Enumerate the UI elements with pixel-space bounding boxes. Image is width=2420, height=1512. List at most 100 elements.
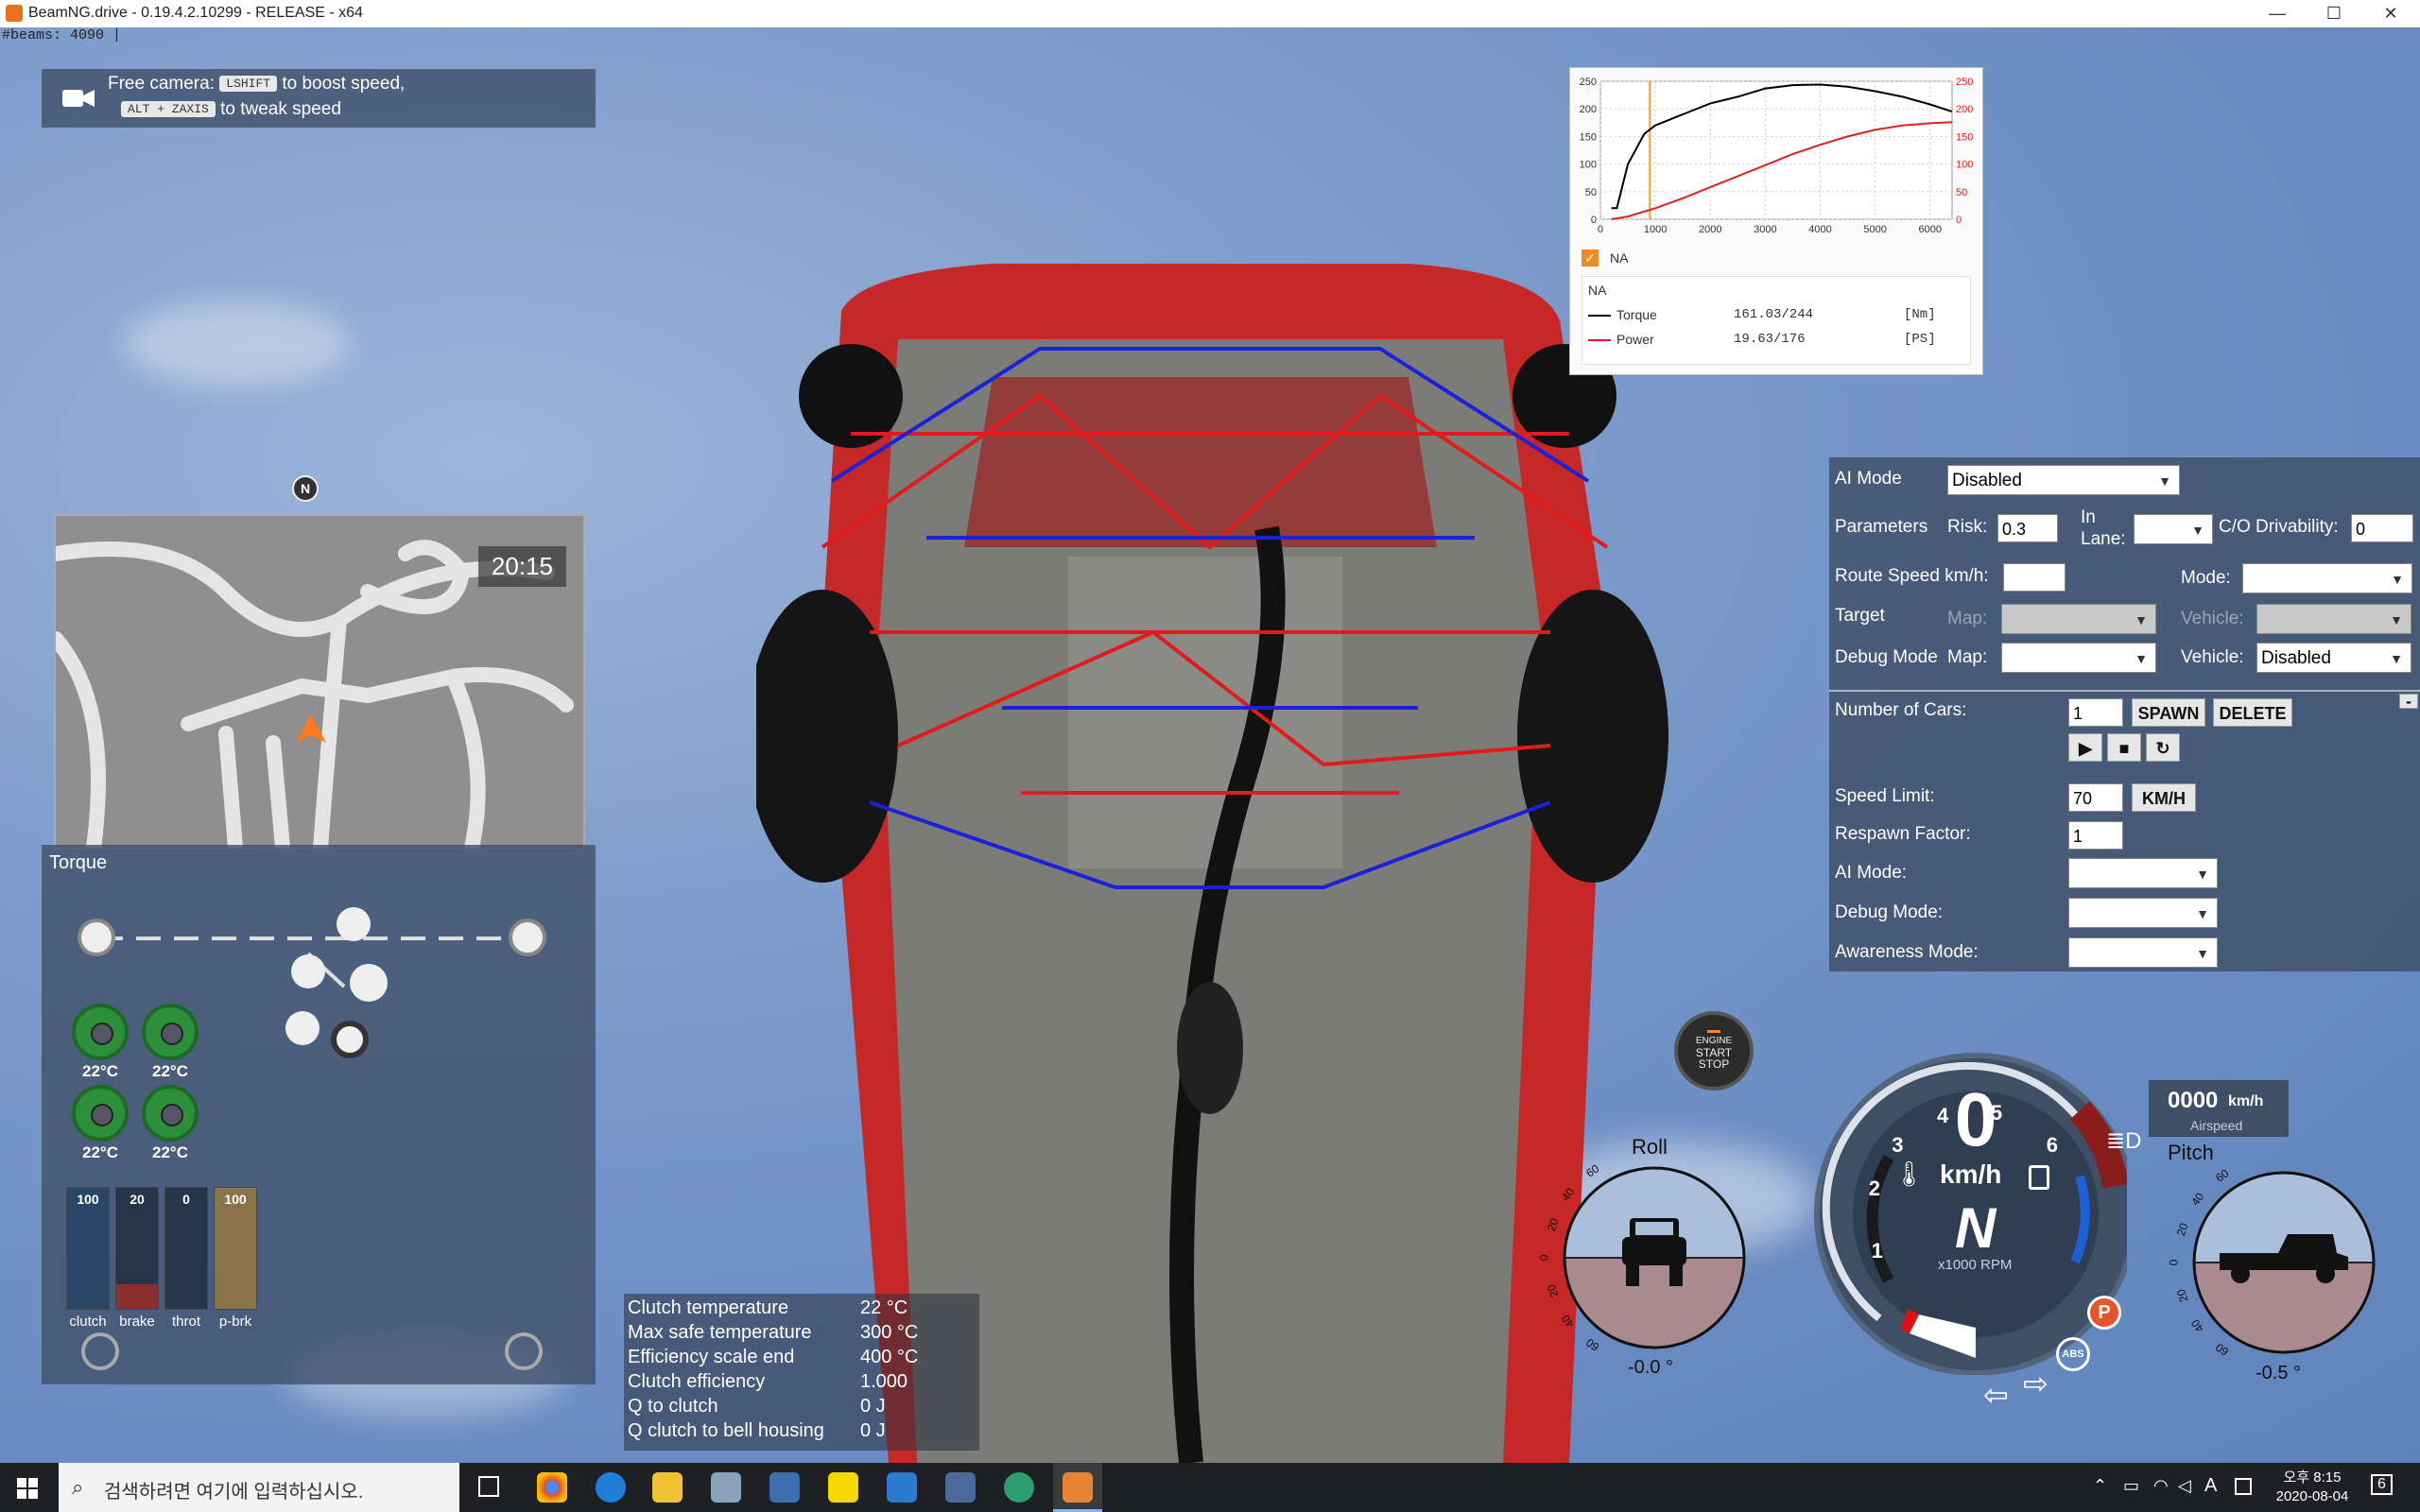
chevron-down-icon: ▼ bbox=[2135, 612, 2148, 627]
y-tick-label-right: 0 bbox=[1956, 215, 1962, 226]
na-checkbox[interactable]: ✓ bbox=[1582, 249, 1599, 266]
rpm-tick-label: 6 bbox=[2046, 1133, 2058, 1158]
chrome-icon[interactable] bbox=[537, 1472, 567, 1503]
target-vehicle-label: Vehicle: bbox=[2181, 609, 2244, 628]
wifi-icon[interactable]: ◠ bbox=[2153, 1476, 2169, 1496]
minimap[interactable]: 20:15 bbox=[54, 514, 585, 850]
clutch-info-label: Max safe temperature bbox=[628, 1322, 812, 1343]
collapse-button[interactable]: - bbox=[2399, 693, 2418, 710]
ai-mode-select[interactable]: Disabled ▼ bbox=[1947, 465, 2180, 495]
co-drivability-input[interactable]: 0 bbox=[2351, 514, 2413, 542]
front-left-wheel-icon bbox=[78, 919, 115, 956]
vscode-icon[interactable] bbox=[887, 1472, 917, 1503]
y-tick-label-left: 50 bbox=[1585, 187, 1597, 198]
legend-unit: [Nm] bbox=[1904, 307, 1936, 322]
awareness-mode-select[interactable]: ▼ bbox=[2068, 937, 2218, 968]
taskbar-search[interactable]: ⌕ 검색하려면 여기에 입력하십시오. bbox=[59, 1463, 459, 1512]
pedal-value: 100 bbox=[224, 1192, 247, 1207]
y-tick-label-left: 200 bbox=[1580, 104, 1597, 115]
rear-left-wheel-icon bbox=[81, 1332, 119, 1370]
spawn-button[interactable]: SPAWN bbox=[2132, 698, 2205, 727]
chevron-down-icon: ▼ bbox=[2196, 906, 2209, 921]
respawn-factor-input[interactable]: 1 bbox=[2068, 821, 2123, 850]
route-speed-input[interactable] bbox=[2003, 563, 2066, 592]
edge-icon[interactable] bbox=[596, 1472, 626, 1503]
kakaotalk-icon[interactable] bbox=[828, 1472, 858, 1503]
minimize-button[interactable]: — bbox=[2250, 0, 2305, 27]
search-placeholder: 검색하려면 여기에 입력하십시오. bbox=[104, 1482, 364, 1503]
headlight-icon: ≣D bbox=[2106, 1128, 2142, 1154]
game-viewport[interactable]: #beams: 4090 | Free camera: LSHIFT to bo… bbox=[0, 27, 2420, 1463]
calendar-icon[interactable] bbox=[2235, 1478, 2252, 1495]
task-view-icon[interactable] bbox=[478, 1476, 499, 1497]
mode-label: Mode: bbox=[2181, 568, 2231, 588]
ime-indicator[interactable]: A bbox=[2204, 1475, 2217, 1497]
speed-value: 0 bbox=[1954, 1077, 1997, 1161]
brake-rear-left-icon bbox=[72, 1085, 129, 1142]
debug-map-label: Map: bbox=[1947, 647, 1988, 667]
brake-rear-right-icon bbox=[142, 1085, 199, 1142]
battery-icon[interactable]: ▭ bbox=[2123, 1476, 2139, 1496]
front-right-wheel-icon bbox=[509, 919, 546, 956]
app-icon[interactable] bbox=[945, 1472, 976, 1503]
pitch-tick-label: 0 bbox=[2167, 1259, 2181, 1266]
taskbar-time[interactable]: 오후 8:15 bbox=[2274, 1467, 2350, 1486]
y-tick-label-right: 250 bbox=[1956, 77, 1973, 88]
beamng-logo-icon bbox=[6, 5, 23, 22]
plot-area bbox=[1599, 80, 1953, 220]
taskbar-date[interactable]: 2020-08-04 bbox=[2274, 1488, 2350, 1504]
pedal-label: p-brk bbox=[218, 1314, 252, 1330]
close-button[interactable]: ✕ bbox=[2363, 0, 2418, 27]
stop-button[interactable]: ■ bbox=[2107, 733, 2141, 762]
video-camera-icon bbox=[62, 90, 95, 107]
app-icon[interactable] bbox=[769, 1472, 800, 1503]
reset-button[interactable]: ↻ bbox=[2146, 733, 2180, 762]
pitch-gauge bbox=[2192, 1171, 2376, 1354]
in-lane-select[interactable]: ▼ bbox=[2134, 514, 2213, 544]
speed-unit-button[interactable]: KM/H bbox=[2132, 783, 2196, 812]
route-mode-select[interactable]: ▼ bbox=[2242, 563, 2412, 593]
pitch-title: Pitch bbox=[2168, 1141, 2214, 1164]
target-map-label: Map: bbox=[1947, 609, 1988, 628]
target-map-select[interactable]: ▼ bbox=[2001, 604, 2156, 634]
delete-button[interactable]: DELETE bbox=[2213, 698, 2292, 727]
in-lane-label: In Lane: bbox=[2081, 507, 2126, 549]
clutch-info-label: Efficiency scale end bbox=[628, 1347, 795, 1367]
brake-temp-rl: 22°C bbox=[82, 1143, 118, 1161]
y-tick-label-left: 250 bbox=[1580, 77, 1597, 88]
airspeed-unit: km/h bbox=[2228, 1093, 2264, 1109]
legend-swatch bbox=[1588, 339, 1611, 341]
risk-input[interactable]: 0.3 bbox=[1997, 514, 2058, 542]
x-tick-label: 0 bbox=[1598, 224, 1603, 235]
y-tick-label-left: 100 bbox=[1580, 160, 1597, 171]
notification-button[interactable]: 6 bbox=[2371, 1474, 2393, 1495]
debug-map-select[interactable]: ▼ bbox=[2001, 643, 2156, 673]
num-cars-input[interactable]: 1 bbox=[2068, 698, 2123, 727]
pedal-bar-throt: 0 throt bbox=[164, 1187, 208, 1330]
rpm-tick-label: 3 bbox=[1892, 1133, 1904, 1158]
file-explorer-icon[interactable] bbox=[652, 1472, 683, 1503]
debug-vehicle-select[interactable]: Disabled ▼ bbox=[2256, 643, 2411, 673]
chevron-down-icon: ▼ bbox=[2390, 651, 2403, 666]
windows-start-icon[interactable] bbox=[17, 1478, 38, 1499]
target-vehicle-select[interactable]: ▼ bbox=[2256, 604, 2411, 634]
ai-mode2-select[interactable]: ▼ bbox=[2068, 858, 2218, 888]
speed-limit-label: Speed Limit: bbox=[1835, 786, 1935, 806]
tray-chevron-icon[interactable]: ⌃ bbox=[2093, 1476, 2107, 1496]
volume-icon[interactable]: ◁ bbox=[2178, 1476, 2191, 1496]
app-icon[interactable] bbox=[711, 1472, 741, 1503]
differential-icon bbox=[291, 954, 325, 988]
legend-name: Torque bbox=[1616, 307, 1657, 322]
clutch-info-value: 22 °C bbox=[860, 1297, 908, 1318]
engine-start-stop-button[interactable]: ENGINE START STOP bbox=[1674, 1011, 1754, 1091]
speed-limit-input[interactable]: 70 bbox=[2068, 783, 2123, 812]
debug-mode2-select[interactable]: ▼ bbox=[2068, 898, 2218, 928]
route-speed-label: Route Speed km/h: bbox=[1835, 566, 1989, 586]
engine-indicator bbox=[1707, 1030, 1720, 1033]
app-icon[interactable] bbox=[1004, 1472, 1034, 1503]
maximize-button[interactable]: ☐ bbox=[2307, 0, 2361, 27]
play-button[interactable]: ▶ bbox=[2068, 733, 2102, 762]
x-tick-label: 2000 bbox=[1699, 224, 1721, 235]
roll-value: -0.0 ° bbox=[1628, 1357, 1674, 1378]
y-tick-label-left: 0 bbox=[1591, 215, 1597, 226]
